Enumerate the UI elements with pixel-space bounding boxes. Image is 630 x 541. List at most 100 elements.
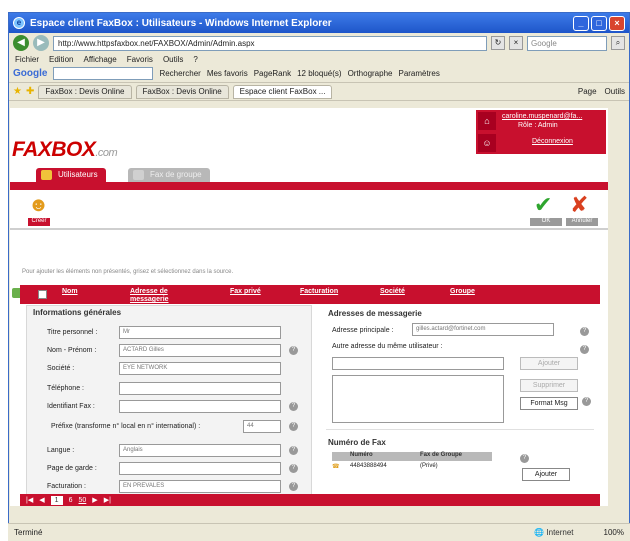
google-settings[interactable]: Paramètres bbox=[398, 69, 439, 78]
remove-address-button[interactable]: Supprimer bbox=[520, 379, 578, 392]
other-address-list[interactable] bbox=[332, 375, 504, 423]
back-icon[interactable]: ◀ bbox=[13, 35, 29, 51]
url-input[interactable]: http://www.httpsfaxbox.net/FAXBOX/Admin/… bbox=[53, 35, 487, 51]
company-input[interactable]: EYE NETWORK bbox=[119, 362, 281, 375]
add-user-icon[interactable]: ☻ bbox=[28, 193, 50, 217]
messaging-panel: Adresses de messagerie Adresse principal… bbox=[322, 305, 594, 495]
prev-page-icon[interactable]: ◀ bbox=[39, 496, 44, 504]
menu-view[interactable]: Affichage bbox=[83, 55, 116, 64]
menu-tools[interactable]: Outils bbox=[163, 55, 183, 64]
add-favorite-icon[interactable]: ✚ bbox=[26, 86, 34, 97]
add-address-button[interactable]: Ajouter bbox=[520, 357, 578, 370]
browser-tab-2[interactable]: FaxBox : Devis Online bbox=[135, 84, 229, 99]
help-icon[interactable]: ? bbox=[582, 397, 591, 406]
help-icon[interactable]: ? bbox=[289, 464, 298, 473]
ok-button[interactable]: OK bbox=[530, 218, 562, 226]
cancel-button[interactable]: Annuler bbox=[566, 218, 598, 226]
next-page-icon[interactable]: ▶ bbox=[92, 496, 97, 504]
col-group[interactable]: Groupe bbox=[450, 288, 475, 296]
page-menu[interactable]: Page bbox=[578, 87, 597, 96]
refresh-icon[interactable]: ↻ bbox=[491, 36, 505, 50]
google-bookmarks[interactable]: Mes favoris bbox=[207, 69, 248, 78]
google-spellcheck[interactable]: Orthographe bbox=[348, 69, 393, 78]
window-title: Espace client FaxBox : Utilisateurs - Wi… bbox=[30, 17, 332, 29]
close-button[interactable]: × bbox=[609, 15, 625, 31]
user-icon[interactable]: ☺ bbox=[478, 134, 496, 152]
tab-users[interactable]: Utilisateurs bbox=[36, 168, 106, 182]
help-icon[interactable]: ? bbox=[289, 346, 298, 355]
col-email[interactable]: Adresse de messagerie bbox=[130, 288, 190, 304]
google-toolbar: Google Rechercher Mes favoris PageRank 1… bbox=[9, 65, 629, 83]
zoom-level[interactable]: 100% bbox=[604, 528, 624, 537]
browser-tab-1[interactable]: FaxBox : Devis Online bbox=[38, 84, 132, 99]
add-user-label[interactable]: Créer bbox=[28, 218, 50, 226]
user-link[interactable]: caroline.muspenard@fa... bbox=[502, 113, 582, 120]
browser-tools: Page Outils bbox=[578, 87, 625, 96]
users-tab-icon bbox=[41, 170, 52, 180]
group-fax-tab-icon bbox=[133, 170, 144, 180]
menu-file[interactable]: Fichier bbox=[15, 55, 39, 64]
name-input[interactable]: ACTARD Gilles bbox=[119, 344, 281, 357]
search-icon[interactable]: ⌕ bbox=[611, 36, 625, 50]
menu-bar: Fichier Edition Affichage Favoris Outils… bbox=[9, 53, 629, 65]
tools-menu[interactable]: Outils bbox=[605, 87, 625, 96]
help-icon[interactable]: ? bbox=[289, 422, 298, 431]
home-icon[interactable]: ⌂ bbox=[478, 112, 496, 130]
tab-group-fax[interactable]: Fax de groupe bbox=[128, 168, 210, 182]
help-icon[interactable]: ? bbox=[289, 402, 298, 411]
col-billing[interactable]: Facturation bbox=[300, 288, 338, 296]
tabs-bar: ★ ✚ FaxBox : Devis Online FaxBox : Devis… bbox=[9, 83, 629, 101]
help-icon[interactable]: ? bbox=[520, 454, 529, 463]
internet-zone: 🌐 Internet bbox=[534, 528, 574, 537]
add-fax-button[interactable]: Ajouter bbox=[522, 468, 570, 481]
col-name[interactable]: Nom bbox=[62, 288, 78, 296]
logout-link[interactable]: Déconnexion bbox=[532, 138, 573, 145]
fax-numbers-table: Numéro Fax de Groupe ☎ 44843888494 (Priv… bbox=[332, 452, 492, 471]
language-select[interactable]: Anglais bbox=[119, 444, 281, 457]
other-address-input[interactable] bbox=[332, 357, 504, 370]
browser-tab-3[interactable]: Espace client FaxBox ... bbox=[232, 84, 333, 99]
general-info-title: Informations générales bbox=[33, 308, 122, 317]
faxbox-logo: FAXBOX.com bbox=[12, 138, 118, 161]
col-private-fax[interactable]: Fax privé bbox=[230, 288, 261, 296]
main-address-input[interactable]: gilles.actard@fortinet.com bbox=[412, 323, 554, 336]
ok-check-icon[interactable]: ✔ bbox=[534, 192, 552, 218]
last-page-icon[interactable]: ▶| bbox=[104, 496, 111, 504]
format-msg-button[interactable]: Format Msg bbox=[520, 397, 578, 410]
forward-icon[interactable]: ▶ bbox=[33, 35, 49, 51]
stop-icon[interactable]: × bbox=[509, 36, 523, 50]
help-icon[interactable]: ? bbox=[289, 482, 298, 491]
billing-input[interactable]: EN PREVALES bbox=[119, 480, 281, 493]
title-input[interactable]: Mr bbox=[119, 326, 281, 339]
favorites-star-icon[interactable]: ★ bbox=[13, 86, 22, 97]
help-icon[interactable]: ? bbox=[580, 327, 589, 336]
minimize-button[interactable]: _ bbox=[573, 15, 589, 31]
google-popup-blocker[interactable]: 12 bloqué(s) bbox=[297, 69, 341, 78]
main-address-label: Adresse principale : bbox=[332, 327, 394, 334]
google-search-input[interactable] bbox=[53, 67, 154, 80]
prefix-input[interactable]: 44 bbox=[243, 420, 281, 433]
google-search-button[interactable]: Rechercher bbox=[159, 69, 200, 78]
fax-numbers-title: Numéro de Fax bbox=[328, 438, 386, 447]
page-size[interactable]: 50 bbox=[79, 497, 87, 504]
menu-help[interactable]: ? bbox=[193, 55, 197, 64]
select-all-checkbox[interactable] bbox=[38, 290, 47, 299]
table-row[interactable]: ☎ 44843888494 (Privé) bbox=[332, 461, 492, 471]
help-icon[interactable]: ? bbox=[289, 446, 298, 455]
cover-page-select[interactable] bbox=[119, 462, 281, 475]
users-table-header: Nom Adresse de messagerie Fax privé Fact… bbox=[20, 285, 600, 304]
other-address-label: Autre adresse du même utilisateur : bbox=[332, 343, 443, 350]
user-role: Rôle : Admin bbox=[518, 122, 558, 129]
help-icon[interactable]: ? bbox=[580, 345, 589, 354]
google-pagerank[interactable]: PageRank bbox=[254, 69, 291, 78]
phone-input[interactable] bbox=[119, 382, 281, 395]
search-input[interactable]: Google bbox=[527, 35, 607, 51]
fax-id-input[interactable] bbox=[119, 400, 281, 413]
cancel-cross-icon[interactable]: ✘ bbox=[570, 192, 588, 218]
col-company[interactable]: Société bbox=[380, 288, 405, 296]
first-page-icon[interactable]: |◀ bbox=[26, 496, 33, 504]
menu-favorites[interactable]: Favoris bbox=[127, 55, 153, 64]
page-input[interactable]: 1 bbox=[50, 495, 63, 505]
maximize-button[interactable]: □ bbox=[591, 15, 607, 31]
menu-edit[interactable]: Edition bbox=[49, 55, 73, 64]
